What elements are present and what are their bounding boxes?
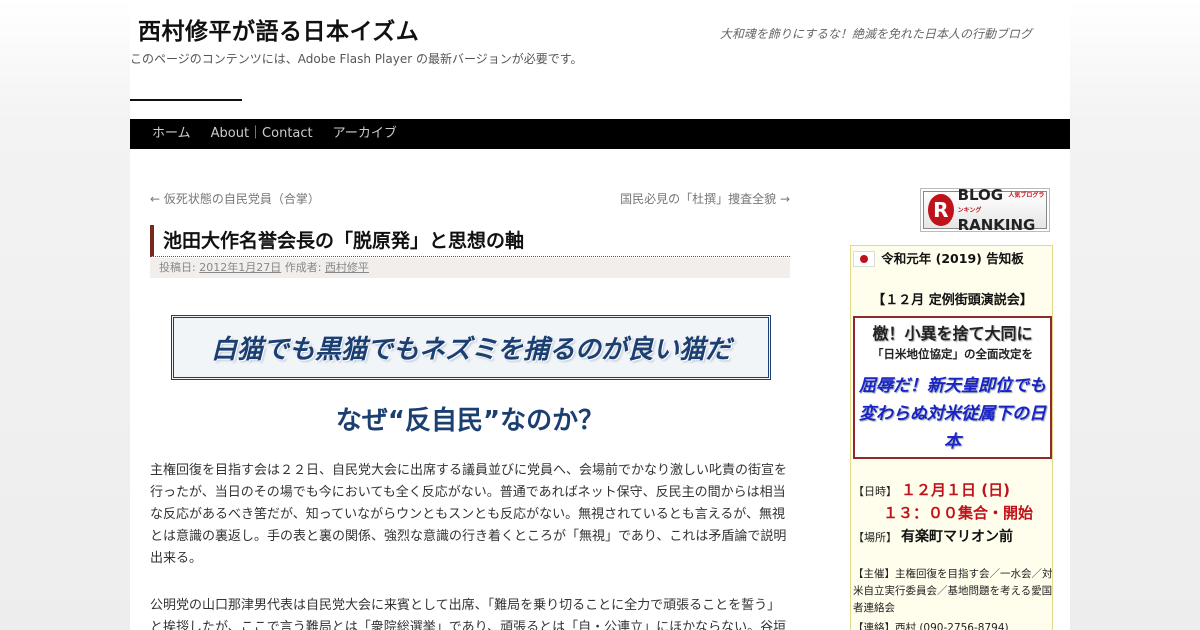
- author-label: 作成者:: [284, 261, 322, 274]
- ranking-logo-icon: R: [928, 194, 954, 226]
- site-tagline: 大和魂を飾りにするな！絶滅を免れた日本人の行動ブログ: [719, 27, 1032, 41]
- entry-title: 池田大作名誉会長の「脱原発」と思想の軸: [150, 225, 790, 257]
- previous-post-link[interactable]: ← 仮死状態の自民党員（合掌）: [150, 190, 320, 207]
- ranking-line1: BLOG: [957, 185, 1004, 204]
- boxed-headline: 白猫でも黒猫でもネズミを捕るのが良い猫だ: [171, 315, 771, 380]
- event-place-value: 有楽町マリオン前: [901, 529, 1013, 545]
- main-navigation: ホーム About｜Contact アーカイブ: [130, 119, 1070, 149]
- event-title: 【１２月 定例街頭演説会】: [872, 293, 1033, 308]
- event-sponsors: 【主催】主権回復を目指す会／一水会／対米自立実行委員会／基地問題を考える愛国者連…: [853, 568, 1053, 614]
- entry-meta: 投稿日: 2012年1月27日 作成者: 西村修平: [150, 258, 790, 278]
- event-date-value: １２月１日 (日): [901, 481, 1010, 499]
- event-slogan-box: 檄！小異を捨て大同に 「日米地位協定」の全面改定を 屈辱だ！新天皇即位でも変わら…: [853, 316, 1052, 459]
- blog-ranking-banner[interactable]: R BLOG 人気ブログランキング RANKING: [920, 187, 1050, 232]
- event-slogan-emphasis: 屈辱だ！新天皇即位でも変わらぬ対米従属下の日本: [859, 376, 1046, 452]
- event-place-label: 【場所】: [853, 531, 897, 544]
- next-post-link[interactable]: 国民必見の「杜撰」捜査全貌 →: [620, 190, 790, 207]
- event-date-row: 【日時】 １２月１日 (日): [853, 479, 1010, 500]
- event-place-row: 【場所】 有楽町マリオン前: [853, 526, 1013, 546]
- entry-date-link[interactable]: 2012年1月27日: [199, 261, 281, 274]
- posted-label: 投稿日:: [159, 261, 196, 274]
- event-contact: 【連絡】西村 (090-2756-8794): [853, 622, 1009, 630]
- entry-subheading: なぜ“反自民”なのか？: [335, 406, 605, 436]
- entry-paragraph: 主権回復を目指す会は２２日、自民党大会に出席する議員並びに党員へ、会場前でかなり…: [150, 463, 788, 566]
- blog-ranking-banner-inner: R BLOG 人気ブログランキング RANKING: [923, 187, 1047, 232]
- nav-item-archive[interactable]: アーカイブ: [323, 119, 407, 149]
- event-date-label: 【日時】: [853, 485, 897, 498]
- event-slogan-sub: 「日米地位協定」の全面改定を: [872, 347, 1033, 361]
- nav-item-home[interactable]: ホーム: [142, 119, 201, 149]
- page-container: 西村修平が語る日本イズム 大和魂を飾りにするな！絶滅を免れた日本人の行動ブログ …: [130, 0, 1070, 630]
- flash-player-notice: このページのコンテンツには、Adobe Flash Player の最新バージョ…: [130, 52, 583, 66]
- japan-flag-icon: [853, 251, 875, 267]
- ranking-banner-text: BLOG 人気ブログランキング RANKING: [957, 185, 1046, 234]
- nav-item-about-contact[interactable]: About｜Contact: [201, 119, 323, 149]
- notice-board-title: 令和元年 (2019) 告知板: [881, 251, 1024, 266]
- ranking-line2: RANKING: [957, 215, 1036, 234]
- event-time-value: １３：００集合・開始: [883, 504, 1034, 522]
- event-slogan-main: 檄！小異を捨て大同に: [872, 324, 1033, 343]
- notice-board: 令和元年 (2019) 告知板 【１２月 定例街頭演説会】 檄！小異を捨て大同に…: [850, 245, 1053, 630]
- boxed-headline-text: 白猫でも黒猫でもネズミを捕るのが良い猫だ: [210, 335, 731, 365]
- header-divider: [130, 99, 242, 101]
- entry-author-link[interactable]: 西村修平: [325, 261, 369, 274]
- site-title[interactable]: 西村修平が語る日本イズム: [138, 12, 419, 46]
- entry-paragraph: 公明党の山口那津男代表は自民党大会に来賓として出席、「難局を乗り切ることに全力で…: [150, 598, 787, 630]
